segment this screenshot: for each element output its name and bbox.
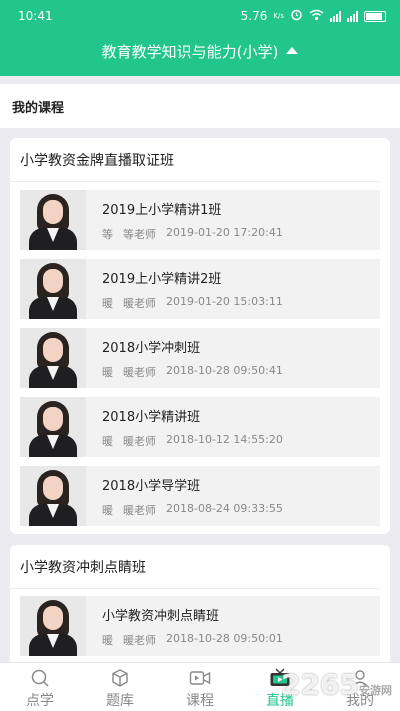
nav-item-dianxue[interactable]: 点学: [0, 663, 80, 711]
signal-icon-2: [347, 10, 358, 22]
teacher-name: 等老师: [123, 227, 156, 241]
course-name: 小学教资冲刺点睛班: [102, 608, 220, 624]
teacher-name: 暖老师: [123, 503, 156, 517]
caret-up-icon: [286, 46, 299, 54]
video-icon: [189, 668, 211, 688]
status-icons: 5.76 K/s: [241, 8, 386, 24]
course-item[interactable]: 2018小学导学班 暖 暖老师 2018-08-24 09:33:55: [20, 466, 380, 526]
watermark-sub: 安游网: [359, 684, 392, 697]
teacher-name: 暖老师: [123, 633, 156, 647]
course-section: 小学教资金牌直播取证班 2019上小学精讲1班 等 等老师 2019-01-20…: [10, 138, 390, 534]
signal-icon: [330, 10, 341, 22]
course-name: 2019上小学精讲2班: [102, 271, 222, 287]
course-datetime: 2018-08-24 09:33:55: [166, 501, 283, 515]
cube-icon: [109, 668, 131, 688]
course-datetime: 2019-01-20 15:03:11: [166, 294, 283, 308]
course-section: 小学教资冲刺点睛班 小学教资冲刺点睛班 暖 暖老师 2018-10-28 09:…: [10, 545, 390, 675]
bottom-nav: 点学 题库 课程 直播 我的 2265安游网: [0, 662, 400, 711]
course-item[interactable]: 2019上小学精讲2班 暖 暖老师 2019-01-20 15:03:11: [20, 259, 380, 319]
course-datetime: 2018-10-28 09:50:01: [166, 631, 283, 645]
app-header: 10:41 5.76 K/s 教育教学知识与能力(小学): [0, 0, 400, 76]
teacher-avatar: [20, 466, 86, 526]
teacher-initial: 暖: [102, 633, 113, 647]
course-name: 2018小学精讲班: [102, 409, 201, 425]
alarm-icon: [290, 8, 303, 24]
watermark-text: 2265: [281, 668, 359, 701]
network-speed-unit: K/s: [273, 12, 284, 20]
teacher-name: 暖老师: [123, 365, 156, 379]
course-datetime: 2018-10-28 09:50:41: [166, 363, 283, 377]
teacher-name: 暖老师: [123, 434, 156, 448]
course-datetime: 2019-01-20 17:20:41: [166, 225, 283, 239]
nav-label: 点学: [26, 693, 54, 709]
status-bar: 10:41 5.76 K/s: [0, 0, 400, 32]
teacher-avatar: [20, 397, 86, 457]
status-time: 10:41: [18, 9, 53, 23]
teacher-avatar: [20, 596, 86, 656]
nav-label: 题库: [106, 693, 134, 709]
course-item[interactable]: 2018小学精讲班 暖 暖老师 2018-10-12 14:55:20: [20, 397, 380, 457]
battery-icon: [364, 10, 386, 22]
my-courses-heading: 我的课程: [0, 84, 400, 128]
section-title: 小学教资冲刺点睛班: [10, 545, 380, 589]
course-item[interactable]: 2019上小学精讲1班 等 等老师 2019-01-20 17:20:41: [20, 190, 380, 250]
course-item[interactable]: 小学教资冲刺点睛班 暖 暖老师 2018-10-28 09:50:01: [20, 596, 380, 656]
teacher-avatar: [20, 190, 86, 250]
course-name: 2018小学导学班: [102, 478, 201, 494]
teacher-initial: 等: [102, 227, 113, 241]
network-speed: 5.76: [240, 9, 268, 23]
my-courses-label: 我的课程: [12, 100, 65, 116]
nav-item-tiku[interactable]: 题库: [80, 663, 160, 711]
search-icon: [29, 668, 51, 688]
course-name: 2019上小学精讲1班: [102, 202, 222, 218]
section-title: 小学教资金牌直播取证班: [10, 138, 380, 182]
teacher-avatar: [20, 259, 86, 319]
watermark-logo: 2265安游网: [281, 668, 392, 701]
subject-selector[interactable]: 教育教学知识与能力(小学): [0, 32, 400, 72]
teacher-initial: 暖: [102, 296, 113, 310]
teacher-avatar: [20, 328, 86, 388]
teacher-initial: 暖: [102, 365, 113, 379]
teacher-initial: 暖: [102, 503, 113, 517]
wifi-icon: [309, 9, 324, 24]
page-title: 教育教学知识与能力(小学): [101, 42, 279, 61]
course-item[interactable]: 2018小学冲刺班 暖 暖老师 2018-10-28 09:50:41: [20, 328, 380, 388]
nav-label: 课程: [186, 693, 214, 709]
nav-item-kecheng[interactable]: 课程: [160, 663, 240, 711]
course-name: 2018小学冲刺班: [102, 340, 201, 356]
teacher-initial: 暖: [102, 434, 113, 448]
course-datetime: 2018-10-12 14:55:20: [166, 432, 283, 446]
teacher-name: 暖老师: [123, 296, 156, 310]
